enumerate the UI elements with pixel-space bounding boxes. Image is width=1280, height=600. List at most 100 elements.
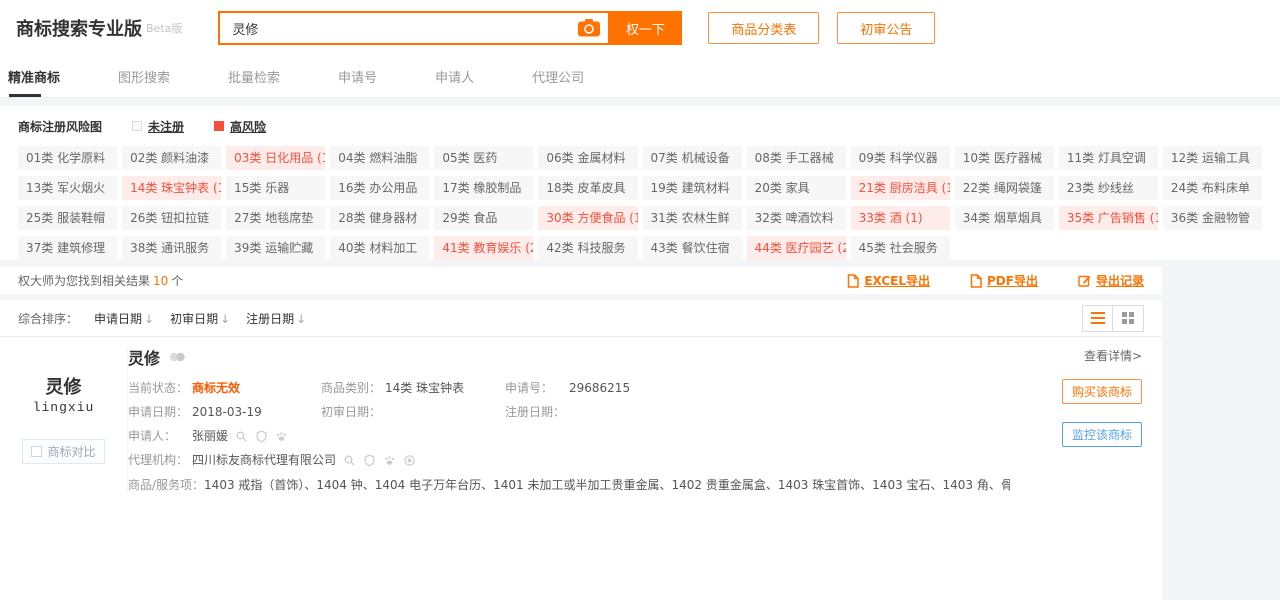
risk-map-panel: 商标注册风险图 未注册 高风险 01类 化学原料02类 颜料油漆03类 日化用品… xyxy=(0,106,1280,260)
category-cell-37[interactable]: 37类 建筑修理 xyxy=(18,236,117,260)
category-cell-40[interactable]: 40类 材料加工 xyxy=(330,236,429,260)
category-cell-34[interactable]: 34类 烟草烟具 xyxy=(955,206,1054,230)
category-cell-26[interactable]: 26类 钮扣拉链 xyxy=(122,206,221,230)
category-cell-30[interactable]: 30类 方便食品 (1) xyxy=(538,206,637,230)
category-cell-42[interactable]: 42类 科技服务 xyxy=(538,236,637,260)
list-view-toggle[interactable] xyxy=(1082,305,1113,332)
category-cell-18[interactable]: 18类 皮革皮具 xyxy=(538,176,637,200)
card-actions: 查看详情> 购买该商标监控该商标 xyxy=(1010,347,1162,493)
category-cell-33[interactable]: 33类 酒 (1) xyxy=(851,206,950,230)
list-view-icon xyxy=(1091,312,1105,324)
compare-checkbox[interactable]: 商标对比 xyxy=(22,439,104,464)
field-row-1: 当前状态：商标无效商品类别：14类 珠宝钟表申请号：29686215 xyxy=(128,380,1010,396)
field-label: 申请人： xyxy=(128,428,192,444)
paw-icon[interactable] xyxy=(275,430,288,443)
category-cell-10[interactable]: 10类 医疗器械 xyxy=(955,146,1054,170)
category-cell-20[interactable]: 20类 家具 xyxy=(747,176,846,200)
camera-search-icon[interactable] xyxy=(578,19,600,37)
tab-申请号[interactable]: 申请号 xyxy=(338,56,377,97)
category-cell-07[interactable]: 07类 机械设备 xyxy=(643,146,742,170)
search-icon[interactable] xyxy=(235,430,248,443)
legend-unregistered[interactable]: 未注册 xyxy=(132,118,184,135)
tab-精准商标[interactable]: 精准商标 xyxy=(8,56,60,97)
sort-option-初审日期[interactable]: 初审日期↓ xyxy=(170,310,230,327)
paw-icon[interactable] xyxy=(383,454,396,467)
category-cell-44[interactable]: 44类 医疗园艺 (2) xyxy=(747,236,846,260)
category-cell-27[interactable]: 27类 地毯席垫 xyxy=(226,206,325,230)
category-cell-24[interactable]: 24类 布料床单 xyxy=(1163,176,1262,200)
sort-bar: 综合排序： 申请日期↓初审日期↓注册日期↓ xyxy=(0,300,1162,337)
result-count: 10 xyxy=(153,274,168,288)
category-cell-13[interactable]: 13类 军火烟火 xyxy=(18,176,117,200)
category-cell-29[interactable]: 29类 食品 xyxy=(434,206,533,230)
category-cell-23[interactable]: 23类 纱线丝 xyxy=(1059,176,1158,200)
trademark-preview: 灵修 lingxiu 商标对比 xyxy=(0,347,128,493)
search-icon[interactable] xyxy=(343,454,356,467)
goods-services-label: 商品/服务项： xyxy=(128,476,204,493)
goods-classification-button[interactable]: 商品分类表 xyxy=(708,12,819,44)
category-cell-22[interactable]: 22类 绳网袋篷 xyxy=(955,176,1054,200)
category-cell-03[interactable]: 03类 日化用品 (1) xyxy=(226,146,325,170)
trademark-name: 灵修 xyxy=(128,345,160,369)
trademark-preview-cn: 灵修 xyxy=(46,379,82,397)
card-title-row: 灵修 xyxy=(128,347,1010,367)
category-cell-39[interactable]: 39类 运输贮藏 xyxy=(226,236,325,260)
field-label: 初审日期： xyxy=(321,404,385,420)
field-label: 申请日期： xyxy=(128,404,192,420)
preliminary-announcement-button[interactable]: 初审公告 xyxy=(837,12,935,44)
category-cell-43[interactable]: 43类 餐饮住宿 xyxy=(643,236,742,260)
category-cell-28[interactable]: 28类 健身器材 xyxy=(330,206,429,230)
category-cell-01[interactable]: 01类 化学原料 xyxy=(18,146,117,170)
sort-option-申请日期[interactable]: 申请日期↓ xyxy=(94,310,154,327)
tab-代理公司[interactable]: 代理公司 xyxy=(532,56,584,97)
category-cell-19[interactable]: 19类 建筑材料 xyxy=(643,176,742,200)
tab-批量检索[interactable]: 批量检索 xyxy=(228,56,280,97)
category-cell-14[interactable]: 14类 珠宝钟表 (1) xyxy=(122,176,221,200)
category-cell-36[interactable]: 36类 金融物管 xyxy=(1163,206,1262,230)
category-cell-06[interactable]: 06类 金属材料 xyxy=(538,146,637,170)
voice-badge-icon xyxy=(169,351,186,363)
shield-icon[interactable] xyxy=(363,454,376,467)
category-cell-41[interactable]: 41类 教育娱乐 (2) xyxy=(434,236,533,260)
category-cell-15[interactable]: 15类 乐器 xyxy=(226,176,325,200)
field-label: 当前状态： xyxy=(128,380,192,396)
shield-icon[interactable] xyxy=(255,430,268,443)
category-cell-45[interactable]: 45类 社会服务 xyxy=(851,236,950,260)
target-icon[interactable] xyxy=(403,454,416,467)
category-cell-21[interactable]: 21类 厨房洁具 (1) xyxy=(851,176,950,200)
result-count-text: 权大师为您找到相关结果10个 xyxy=(18,272,183,289)
excel-export-link[interactable]: EXCEL导出 xyxy=(847,272,930,289)
category-cell-38[interactable]: 38类 通讯服务 xyxy=(122,236,221,260)
grid-view-toggle[interactable] xyxy=(1113,305,1144,332)
sort-option-注册日期[interactable]: 注册日期↓ xyxy=(246,310,306,327)
category-cell-25[interactable]: 25类 服装鞋帽 xyxy=(18,206,117,230)
category-cell-16[interactable]: 16类 办公用品 xyxy=(330,176,429,200)
search-button[interactable]: 权一下 xyxy=(608,11,682,45)
legend-high-risk[interactable]: 高风险 xyxy=(214,118,266,135)
category-cell-35[interactable]: 35类 广告销售 (1) xyxy=(1059,206,1158,230)
pdf-export-link[interactable]: PDF导出 xyxy=(970,272,1038,289)
search-input[interactable] xyxy=(218,11,608,45)
category-cell-08[interactable]: 08类 手工器械 xyxy=(747,146,846,170)
export-record-link[interactable]: 导出记录 xyxy=(1078,272,1144,289)
category-cell-12[interactable]: 12类 运输工具 xyxy=(1163,146,1262,170)
category-cell-31[interactable]: 31类 农林生鲜 xyxy=(643,206,742,230)
category-cell-09[interactable]: 09类 科学仪器 xyxy=(851,146,950,170)
tab-申请人[interactable]: 申请人 xyxy=(435,56,474,97)
category-cell-02[interactable]: 02类 颜料油漆 xyxy=(122,146,221,170)
category-cell-17[interactable]: 17类 橡胶制品 xyxy=(434,176,533,200)
view-details-link[interactable]: 查看详情> xyxy=(1084,347,1142,364)
category-grid: 01类 化学原料02类 颜料油漆03类 日化用品 (1)04类 燃料油脂05类 … xyxy=(18,146,1262,260)
buy-trademark-button[interactable]: 购买该商标 xyxy=(1062,379,1142,404)
category-cell-05[interactable]: 05类 医药 xyxy=(434,146,533,170)
high-risk-swatch-icon xyxy=(214,121,224,131)
tab-图形搜索[interactable]: 图形搜索 xyxy=(118,56,170,97)
goods-services-value: 1403 戒指（首饰）、1404 钟、1404 电子万年台历、1401 未加工或… xyxy=(204,476,1010,493)
category-cell-32[interactable]: 32类 啤酒饮料 xyxy=(747,206,846,230)
field-申请日期: 申请日期：2018-03-19 xyxy=(128,404,321,420)
category-cell-04[interactable]: 04类 燃料油脂 xyxy=(330,146,429,170)
field-label: 申请号： xyxy=(505,380,569,396)
field-商品类别: 商品类别：14类 珠宝钟表 xyxy=(321,380,505,396)
monitor-trademark-button[interactable]: 监控该商标 xyxy=(1062,422,1142,447)
category-cell-11[interactable]: 11类 灯具空调 xyxy=(1059,146,1158,170)
